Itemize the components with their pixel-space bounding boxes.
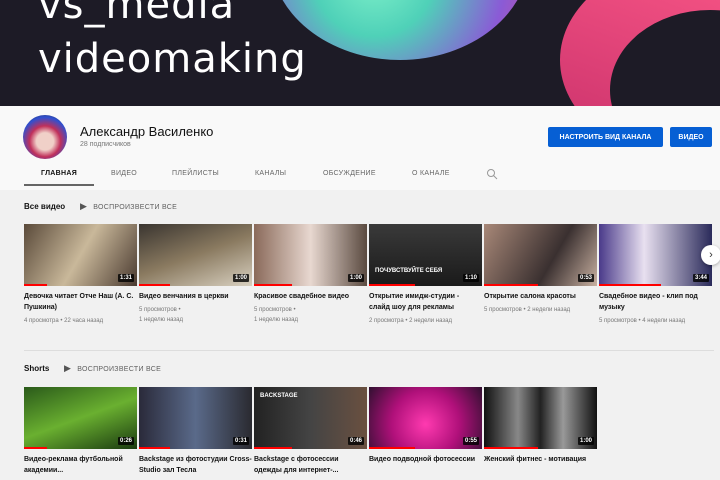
video-meta: 5 просмотров • bbox=[254, 307, 296, 313]
video-card[interactable]: 0:31 Backstage из фотостудии Cross-Studio… bbox=[139, 387, 252, 476]
play-all-shorts-button[interactable]: ▶ ВОСПРОИЗВЕСТИ ВСЕ bbox=[64, 363, 161, 374]
video-duration: 0:26 bbox=[117, 437, 134, 445]
section-title-all-videos: Все видео bbox=[24, 202, 66, 211]
video-thumbnail[interactable]: BACKSTAGE 0:46 bbox=[254, 387, 367, 449]
video-duration: 1:00 bbox=[347, 274, 364, 282]
video-title[interactable]: Девочка читает Отче Наш (А. С. Пушкина) bbox=[24, 291, 137, 313]
video-title[interactable]: Видео подводной фотосессии bbox=[369, 454, 482, 465]
customize-channel-button[interactable]: НАСТРОИТЬ ВИД КАНАЛА bbox=[548, 127, 663, 147]
next-arrow-button[interactable]: › bbox=[701, 245, 720, 265]
video-duration: 3:44 bbox=[692, 274, 709, 282]
watch-progress-bar bbox=[369, 284, 416, 286]
video-duration: 1:00 bbox=[232, 274, 249, 282]
video-title[interactable]: Backstage из фотостудии Cross-Studio зал… bbox=[139, 454, 252, 476]
watch-progress-bar bbox=[254, 284, 293, 286]
video-thumbnail[interactable]: 0:31 bbox=[139, 387, 252, 449]
video-title[interactable]: Свадебное видео - клип под музыку bbox=[599, 291, 712, 313]
watch-progress-bar bbox=[484, 447, 539, 449]
play-icon: ▶ bbox=[64, 363, 72, 373]
video-duration: 1:10 bbox=[462, 274, 479, 282]
video-thumbnail[interactable]: 0:55 bbox=[369, 387, 482, 449]
video-thumbnail[interactable]: 1:00 bbox=[484, 387, 597, 449]
video-title[interactable]: Красивое свадебное видео bbox=[254, 291, 367, 302]
video-card[interactable]: 1:31 Девочка читает Отче Наш (А. С. Пушки… bbox=[24, 224, 137, 326]
video-thumbnail[interactable]: 3:44 bbox=[599, 224, 712, 286]
thumbnail-caption: BACKSTAGE bbox=[260, 393, 298, 399]
tab-home[interactable]: ГЛАВНАЯ bbox=[41, 170, 77, 177]
watch-progress-bar bbox=[139, 447, 170, 449]
thumbnail-caption: ПОЧУВСТВУЙТЕ СЕБЯ bbox=[375, 268, 443, 274]
video-card[interactable]: 1:00 Красивое свадебное видео 5 просмотров… bbox=[254, 224, 367, 325]
video-meta: 4 просмотра • 22 часа назад bbox=[24, 318, 104, 324]
video-duration: 1:00 bbox=[577, 437, 594, 445]
video-thumbnail[interactable]: 1:00 bbox=[139, 224, 252, 286]
tab-discussion[interactable]: ОБСУЖДЕНИЕ bbox=[323, 170, 376, 177]
section-divider bbox=[24, 350, 714, 351]
watch-progress-bar bbox=[24, 284, 47, 286]
tab-videos[interactable]: ВИДЕО bbox=[111, 170, 137, 177]
watch-progress-bar bbox=[599, 284, 662, 286]
video-duration: 0:31 bbox=[232, 437, 249, 445]
video-card[interactable]: 1:00 Женский фитнес - мотивация bbox=[484, 387, 597, 465]
channel-banner: vs_media videomaking bbox=[0, 0, 720, 106]
video-meta: 5 просмотров • bbox=[139, 307, 181, 313]
video-duration: 0:53 bbox=[577, 274, 594, 282]
videos-button[interactable]: ВИДЕО bbox=[670, 127, 712, 147]
video-card[interactable]: 0:53 Открытие салона красоты 5 просмотров … bbox=[484, 224, 597, 315]
video-duration: 0:46 bbox=[347, 437, 364, 445]
video-card[interactable]: 1:00 Видео венчания в церкви 5 просмотров … bbox=[139, 224, 252, 325]
section-title-shorts: Shorts bbox=[24, 364, 50, 373]
video-meta: 1 неделю назад bbox=[254, 317, 299, 323]
play-all-button[interactable]: ▶ ВОСПРОИЗВЕСТИ ВСЕ bbox=[80, 201, 177, 212]
watch-progress-bar bbox=[139, 284, 170, 286]
watch-progress-bar bbox=[254, 447, 293, 449]
watch-progress-bar bbox=[24, 447, 47, 449]
video-thumbnail[interactable]: ПОЧУВСТВУЙТЕ СЕБЯ 1:10 bbox=[369, 224, 482, 286]
video-card[interactable]: BACKSTAGE 0:46 Backstage с фотосессии одеж… bbox=[254, 387, 367, 476]
video-meta: 5 просмотров • 4 недели назад bbox=[599, 318, 686, 324]
video-card[interactable]: 0:26 Видео-реклама футбольной академии... bbox=[24, 387, 137, 476]
video-title[interactable]: Открытие имидж-студии - слайд шоу для ре… bbox=[369, 291, 482, 313]
active-tab-indicator bbox=[24, 184, 94, 186]
video-card[interactable]: 0:55 Видео подводной фотосессии bbox=[369, 387, 482, 465]
video-card[interactable]: 3:44 Свадебное видео - клип под музыку 5 п… bbox=[599, 224, 712, 326]
video-title[interactable]: Видео-реклама футбольной академии... bbox=[24, 454, 137, 476]
video-meta: 1 неделю назад bbox=[139, 317, 184, 323]
video-meta: 5 просмотров • 2 недели назад bbox=[484, 307, 571, 313]
video-title[interactable]: Открытие салона красоты bbox=[484, 291, 597, 302]
video-thumbnail[interactable]: 1:31 bbox=[24, 224, 137, 286]
video-meta: 2 просмотра • 2 недели назад bbox=[369, 318, 452, 324]
video-duration: 0:55 bbox=[462, 437, 479, 445]
avatar[interactable] bbox=[23, 115, 67, 159]
watch-progress-bar bbox=[369, 447, 416, 449]
video-title[interactable]: Backstage с фотосессии одежды для интерн… bbox=[254, 454, 367, 476]
play-icon: ▶ bbox=[80, 201, 88, 211]
video-card[interactable]: ПОЧУВСТВУЙТЕ СЕБЯ 1:10 Открытие имидж-студ… bbox=[369, 224, 482, 326]
video-duration: 1:31 bbox=[117, 274, 134, 282]
video-title[interactable]: Женский фитнес - мотивация bbox=[484, 454, 597, 465]
tab-channels[interactable]: КАНАЛЫ bbox=[255, 170, 286, 177]
channel-name: Александр Василенко bbox=[80, 124, 214, 139]
banner-line-1: vs_media bbox=[38, 0, 236, 28]
tab-about[interactable]: О КАНАЛЕ bbox=[412, 170, 450, 177]
watch-progress-bar bbox=[484, 284, 539, 286]
tab-playlists[interactable]: ПЛЕЙЛИСТЫ bbox=[172, 170, 219, 177]
banner-line-2: videomaking bbox=[38, 36, 307, 82]
video-title[interactable]: Видео венчания в церкви bbox=[139, 291, 252, 302]
video-thumbnail[interactable]: 0:53 bbox=[484, 224, 597, 286]
channel-header bbox=[0, 106, 720, 190]
subscriber-count: 28 подписчиков bbox=[80, 141, 131, 148]
search-icon[interactable] bbox=[486, 168, 498, 180]
video-thumbnail[interactable]: 0:26 bbox=[24, 387, 137, 449]
video-thumbnail[interactable]: 1:00 bbox=[254, 224, 367, 286]
